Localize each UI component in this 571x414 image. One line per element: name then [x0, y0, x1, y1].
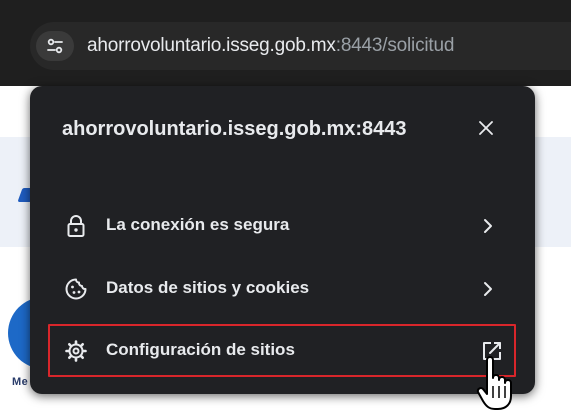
menu-item-connection-secure[interactable]: La conexión es segura	[48, 198, 516, 254]
menu-item-label: Configuración de sitios	[106, 340, 295, 359]
chevron-right-icon	[484, 282, 492, 296]
hand-cursor-icon	[476, 356, 512, 410]
url-host: ahorrovoluntario.isseg.gob.mx	[87, 35, 336, 56]
close-button[interactable]	[472, 114, 500, 142]
site-info-button[interactable]	[36, 31, 74, 61]
close-icon	[479, 121, 493, 135]
menu-item-label: Datos de sitios y cookies	[106, 278, 310, 297]
page-logo-text: Me	[12, 376, 29, 388]
url-port-path: :8443/solicitud	[335, 35, 455, 56]
chevron-right-icon	[484, 219, 492, 233]
url-text[interactable]: ahorrovoluntario.isseg.gob.mx:8443/solic…	[87, 34, 454, 58]
cookie-icon	[65, 278, 87, 300]
menu-item-site-data-cookies[interactable]: Datos de sitios y cookies	[48, 261, 516, 317]
popup-title: ahorrovoluntario.isseg.gob.mx:8443	[62, 118, 407, 140]
tune-icon	[47, 38, 63, 54]
gear-icon	[65, 340, 87, 362]
menu-item-label: La conexión es segura	[106, 215, 290, 234]
lock-icon	[67, 215, 85, 237]
menu-item-site-settings[interactable]: Configuración de sitios	[48, 324, 516, 377]
